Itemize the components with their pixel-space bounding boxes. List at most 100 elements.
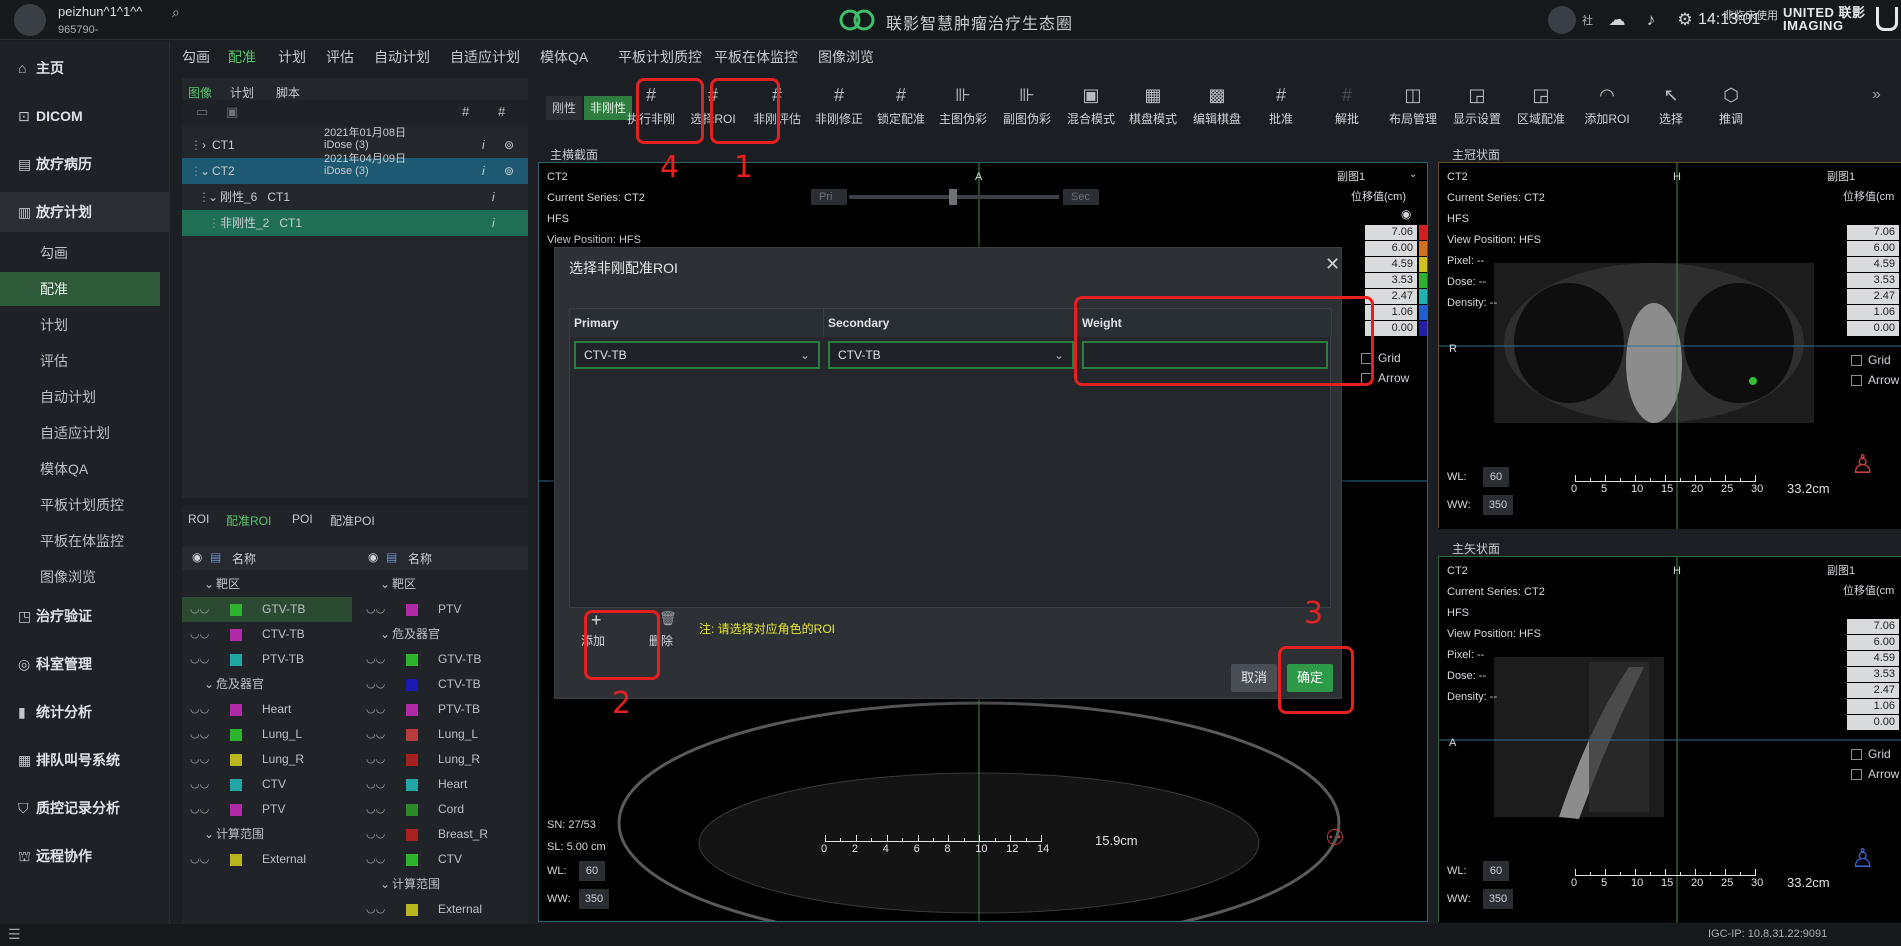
sidebar-item-2[interactable]: ▤ 放疗病历 [0,144,170,184]
eye-icon[interactable]: ◉ [368,550,378,564]
tool-14[interactable]: ◲ 区域配准 [1512,80,1570,136]
sidebar-subitem-4[interactable]: 自动计划 [0,380,160,414]
tool-8[interactable]: ▦ 棋盘模式 [1124,80,1182,136]
roi-row[interactable]: ⌄ 靶区 [182,572,352,597]
eye-icon[interactable]: ◡◡ [190,747,209,772]
eye-icon[interactable]: ◡◡ [366,722,385,747]
wl-value[interactable]: 60 [579,861,605,881]
tool-6[interactable]: ⊪ 副图伪彩 [998,80,1056,136]
tool-3[interactable]: # 非刚修正 [810,80,868,136]
eye-icon[interactable]: ◡◡ [190,722,209,747]
sagittal-viewer[interactable]: CT2 Current Series: CT2 HFS View Positio… [1438,556,1901,923]
info-icon[interactable]: i [492,184,495,210]
roi-row[interactable]: ⌄ 靶区 [358,572,528,597]
tab-0[interactable]: 勾画 [182,44,210,70]
eye-icon[interactable]: ◡◡ [190,697,209,722]
register-icon[interactable]: # [462,104,469,119]
tab-6[interactable]: 模体QA [540,44,588,70]
blend-slider-thumb[interactable] [949,189,957,205]
roi-row[interactable]: ◡◡ Cord [358,797,528,822]
roi-row[interactable]: ⌄ 计算范围 [358,872,528,897]
drag-handle-icon[interactable]: ⋮ [208,210,220,236]
grid-checkbox[interactable] [1851,355,1862,367]
sidebar-item-6[interactable]: ▮ 统计分析 [0,692,170,732]
eye-icon[interactable]: ◡◡ [190,797,209,822]
eye-icon[interactable]: ◡◡ [190,622,209,647]
tab-reg-roi[interactable]: 配准ROI [226,512,271,529]
eye-icon[interactable]: ◡◡ [366,747,385,772]
tool-7[interactable]: ▣ 混合模式 [1062,80,1120,136]
roi-row[interactable]: ⌄ 危及器官 [182,672,352,697]
cancel-button[interactable]: 取消 [1231,664,1277,692]
tree-item-ct2[interactable]: ⋮ ⌄ CT2 2021年04月09日 iDose (3) i ⊚ [182,153,528,184]
roi-row[interactable]: ◡◡ Lung_R [182,747,352,772]
sidebar-item-3[interactable]: ▥ 放疗计划 [0,192,170,232]
chevron-down-icon[interactable]: ⌄ [1409,169,1417,180]
eye-icon[interactable]: ◡◡ [366,597,385,622]
info-icon[interactable]: i [482,158,485,184]
roi-row[interactable]: ◡◡ GTV-TB [358,647,528,672]
sidebar-item-5[interactable]: ◎ 科室管理 [0,644,170,684]
more-chevron-icon[interactable]: » [1872,86,1881,104]
primary-roi-select[interactable]: CTV-TB ⌄ [574,341,820,369]
sidebar-subitem-0[interactable]: 勾画 [0,236,160,270]
roi-row[interactable]: ◡◡ Heart [358,772,528,797]
eye-icon[interactable]: ◡◡ [366,797,385,822]
roi-row[interactable]: ◡◡ GTV-TB [182,597,352,622]
roi-row[interactable]: ◡◡ Lung_L [182,722,352,747]
tree-item-nonrigid[interactable]: ⋮ 非刚性_2 CT1 i [182,210,528,236]
roi-row[interactable]: ⌄ 危及器官 [358,622,528,647]
eye-icon[interactable]: ◉ [192,550,202,564]
tab-7[interactable]: 平板计划质控 [618,44,702,70]
sidebar-item-4[interactable]: ◳ 治疗验证 [0,596,170,636]
info-icon[interactable]: i [492,210,495,236]
sidebar-subitem-7[interactable]: 平板计划质控 [0,488,160,522]
subtab-script[interactable]: 脚本 [276,84,306,101]
roi-row[interactable]: ◡◡ PTV-TB [182,647,352,672]
tab-1[interactable]: 配准 [228,44,256,70]
wl-value[interactable]: 60 [1483,467,1509,487]
chevron-right-icon[interactable]: › [202,132,206,158]
sidebar-subitem-8[interactable]: 平板在体监控 [0,524,160,558]
eye-icon[interactable]: ◡◡ [366,672,385,697]
tab-poi[interactable]: POI [292,512,313,526]
arrow-option[interactable]: Arrow [1851,373,1899,387]
roi-row[interactable]: ◡◡ Heart [182,697,352,722]
tool-5[interactable]: ⊪ 主图伪彩 [934,80,992,136]
arrow-option[interactable]: Arrow [1851,767,1899,781]
roi-row[interactable]: ◡◡ External [182,847,352,872]
eye-icon[interactable]: ◡◡ [190,597,209,622]
tab-5[interactable]: 自适应计划 [450,44,520,70]
tab-3[interactable]: 评估 [326,44,354,70]
tool-10[interactable]: # 批准 [1252,80,1310,136]
roi-row[interactable]: ◡◡ External [358,897,528,922]
sidebar-subitem-5[interactable]: 自适应计划 [0,416,160,450]
roi-row[interactable]: ◡◡ Lung_R [358,747,528,772]
chevron-down-icon[interactable]: ⌄ [380,872,390,897]
chevron-down-icon[interactable]: ⌄ [200,158,210,184]
collapse-menu-icon[interactable]: ☰ [8,926,21,943]
tool-4[interactable]: # 锁定配准 [872,80,930,136]
tab-roi[interactable]: ROI [188,512,209,526]
eye-icon[interactable]: ◉ [1401,207,1411,221]
wl-value[interactable]: 60 [1483,861,1509,881]
roi-row[interactable]: ◡◡ CTV [358,847,528,872]
search-icon[interactable]: ⌕ [172,4,180,21]
community-avatar[interactable] [1548,6,1576,34]
secondary-roi-select[interactable]: CTV-TB ⌄ [828,341,1074,369]
eye-icon[interactable]: ◡◡ [366,647,385,672]
eye-icon[interactable]: ◡◡ [366,697,385,722]
chevron-down-icon[interactable]: ⌄ [208,184,218,210]
tool-13[interactable]: ◲ 显示设置 [1448,80,1506,136]
info-icon[interactable]: i [482,132,485,158]
save-icon[interactable]: ▣ [226,104,238,120]
eye-icon[interactable]: ◡◡ [366,822,385,847]
sidebar-item-7[interactable]: ▦ 排队叫号系统 [0,740,170,780]
sidebar-item-8[interactable]: ⛉ 质控记录分析 [0,788,170,828]
tool-17[interactable]: ⬡ 推调 [1702,80,1760,136]
eye-icon[interactable]: ◡◡ [190,772,209,797]
sidebar-subitem-6[interactable]: 模体QA [0,452,160,486]
subtab-plan[interactable]: 计划 [230,84,260,101]
sidebar-item-1[interactable]: ⊡ DICOM [0,96,170,136]
roi-row[interactable]: ◡◡ CTV [182,772,352,797]
